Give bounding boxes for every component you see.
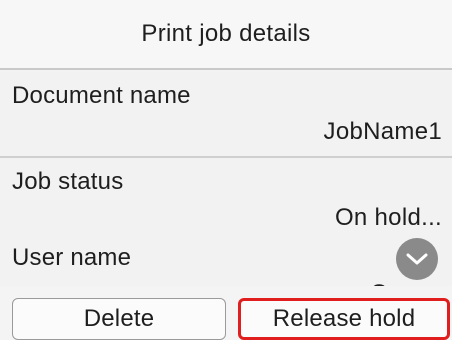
- release-hold-button[interactable]: Release hold: [238, 298, 450, 340]
- job-status-row: Job status On hold...: [0, 158, 452, 244]
- release-hold-button-label: Release hold: [272, 305, 416, 332]
- document-name-value: JobName1: [323, 118, 442, 145]
- screen-title-text: Print job details: [141, 20, 311, 47]
- scroll-down-button[interactable]: [396, 238, 438, 280]
- screen-title: Print job details: [0, 0, 452, 70]
- delete-button-label: Delete: [83, 305, 155, 332]
- chevron-down-icon: [406, 253, 428, 265]
- print-job-details-screen: Print job details Document name JobName1…: [0, 0, 452, 340]
- job-status-value: On hold...: [334, 204, 442, 231]
- user-name-label: User name: [12, 244, 132, 271]
- delete-button[interactable]: Delete: [12, 298, 226, 340]
- job-status-label: Job status: [12, 168, 124, 195]
- document-name-row: Document name JobName1: [0, 72, 452, 158]
- document-name-label: Document name: [12, 82, 191, 109]
